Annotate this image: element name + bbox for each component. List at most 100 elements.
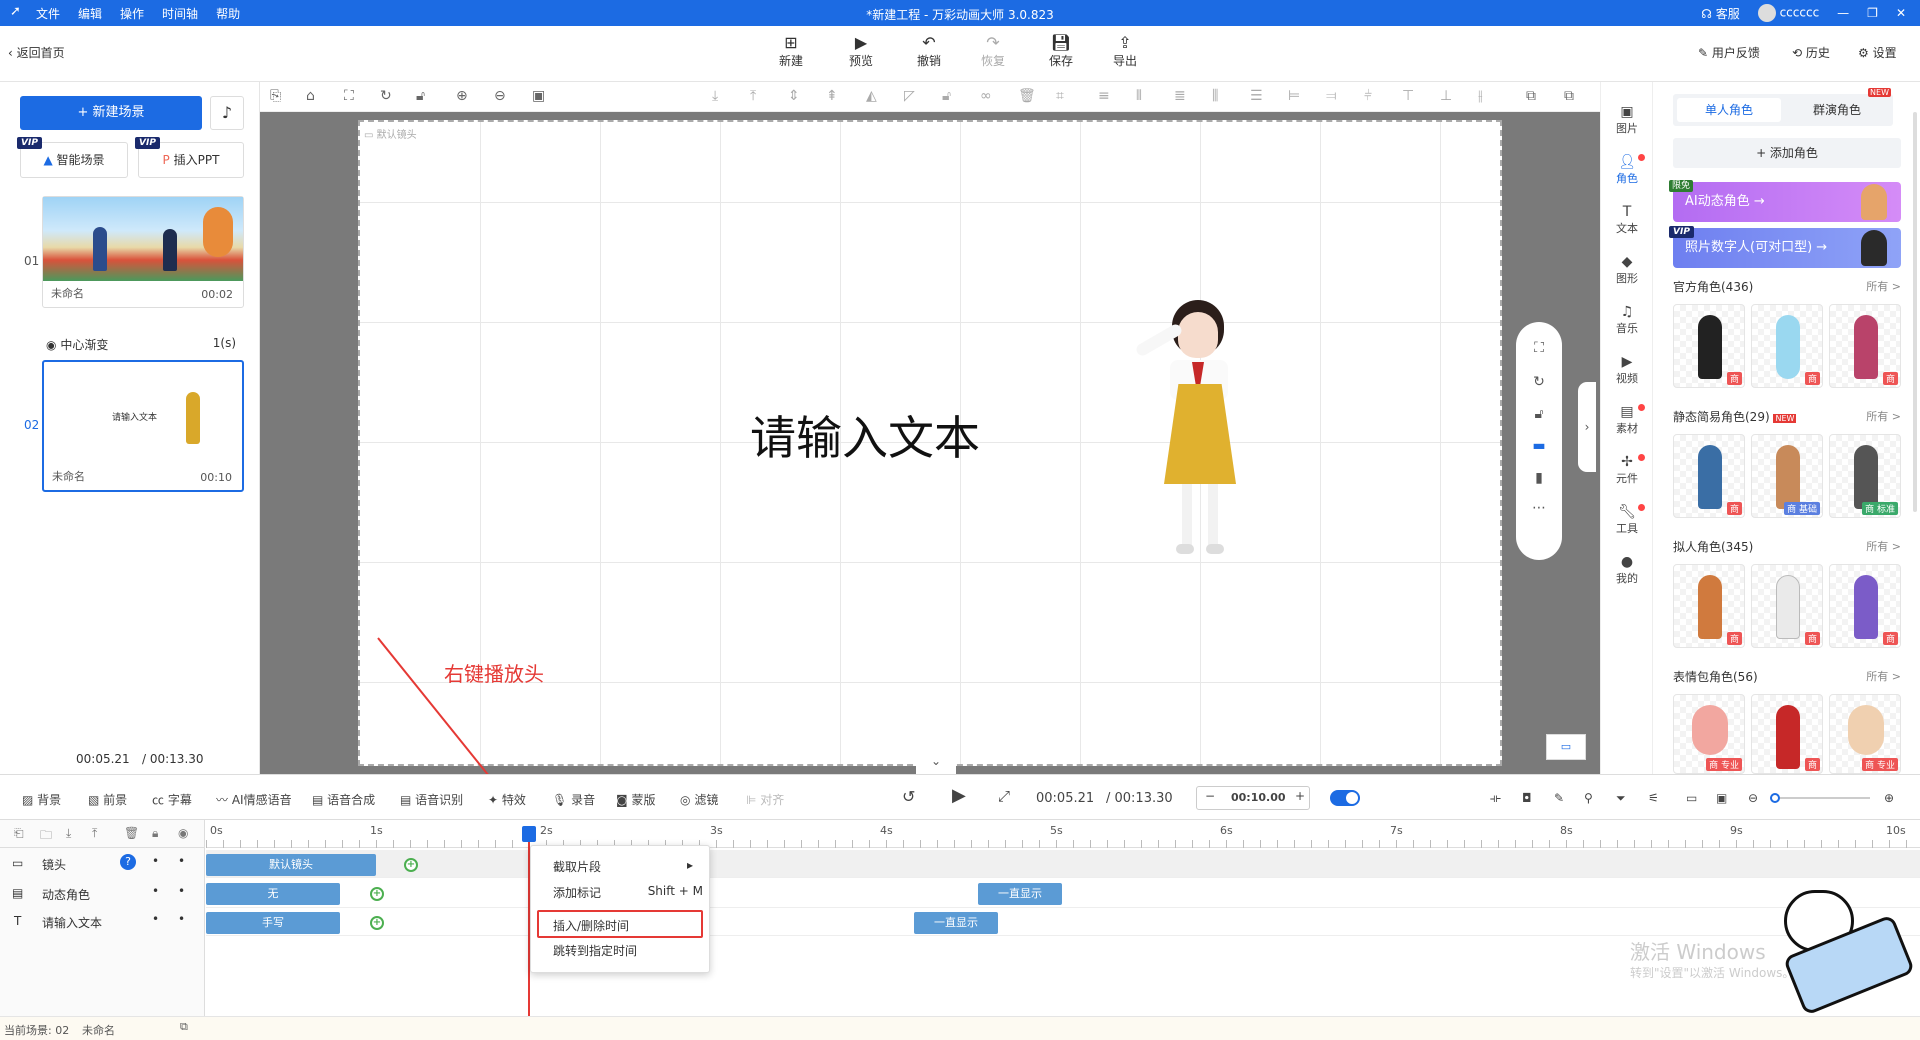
export-button[interactable]: ⇪ 导出 bbox=[1100, 34, 1150, 69]
restore-icon[interactable]: ❐ bbox=[1867, 6, 1878, 20]
new-scene-button[interactable]: + 新建场景 bbox=[20, 96, 202, 130]
role-thumb[interactable]: 商 bbox=[1673, 564, 1745, 648]
history-button[interactable]: ⟲ 历史 bbox=[1792, 44, 1830, 61]
subtitle-button[interactable]: ㏄ 字幕 bbox=[152, 791, 192, 808]
chevron-down-icon[interactable]: ⌄ bbox=[916, 754, 956, 774]
frame-icon[interactable]: ▭ bbox=[1686, 791, 1697, 805]
tab-single-role[interactable]: 单人角色 bbox=[1677, 98, 1781, 122]
add-role-button[interactable]: + 添加角色 bbox=[1673, 138, 1901, 168]
scrollbar[interactable] bbox=[1913, 112, 1917, 512]
category-video[interactable]: ▶ 视频 bbox=[1601, 354, 1653, 386]
close-icon[interactable]: ✕ bbox=[1896, 6, 1906, 20]
role-thumb[interactable]: 商 bbox=[1751, 694, 1823, 774]
scene-info-icon[interactable]: ⧉ bbox=[180, 1020, 188, 1034]
add-keyframe-icon[interactable]: + bbox=[404, 858, 418, 872]
menu-item-insert-delete-time[interactable]: 插入/删除时间 bbox=[537, 910, 703, 938]
role-thumb[interactable]: 商 bbox=[1829, 564, 1901, 648]
filter-funnel-icon[interactable]: ⏷ bbox=[1616, 791, 1626, 806]
zoom-slider-handle[interactable] bbox=[1770, 793, 1780, 803]
save-button[interactable]: 💾︎ 保存 bbox=[1036, 34, 1086, 69]
zoom-slider[interactable] bbox=[1770, 793, 1870, 803]
ai-role-banner[interactable]: 限免 AI动态角色 → bbox=[1669, 180, 1901, 222]
category-image[interactable]: ▣ 图片 bbox=[1601, 104, 1653, 136]
back-home-button[interactable]: ‹ 返回首页 bbox=[8, 44, 65, 61]
section-more-link[interactable]: 所有 > bbox=[1866, 668, 1901, 684]
tab-group-role[interactable]: 群演角色 bbox=[1785, 98, 1889, 122]
role-thumb[interactable]: 商 标准 bbox=[1829, 434, 1901, 518]
sliders-icon[interactable]: ⚟ bbox=[1648, 791, 1659, 805]
camera-icon[interactable]: ◘ bbox=[1522, 791, 1532, 805]
menu-item-add-marker[interactable]: 添加标记 Shift + M bbox=[553, 884, 703, 901]
smart-scene-button[interactable]: VIP ▲ 智能场景 bbox=[17, 137, 128, 178]
section-more-link[interactable]: 所有 > bbox=[1866, 408, 1901, 424]
category-role[interactable]: 👤︎ 角色 bbox=[1601, 154, 1653, 186]
category-tools[interactable]: 🔧︎ 工具 bbox=[1601, 504, 1653, 536]
text-entry-clip[interactable]: 手写 bbox=[206, 912, 340, 934]
collapse-panel-icon[interactable]: › bbox=[1578, 382, 1596, 472]
redo-button[interactable]: ↷ 恢复 bbox=[968, 34, 1018, 69]
category-mine[interactable]: ● 我的 bbox=[1601, 554, 1653, 586]
new-button[interactable]: ⊞ 新建 bbox=[766, 34, 816, 69]
photo-human-banner[interactable]: VIP 照片数字人(可对口型) → bbox=[1669, 226, 1901, 268]
role-thumb[interactable]: 商 基础 bbox=[1751, 434, 1823, 518]
more-icon[interactable]: ⋯ bbox=[1516, 500, 1562, 516]
role-thumb[interactable]: 商 bbox=[1751, 564, 1823, 648]
scene-card-2[interactable]: 请输入文本 未命名 00:10 bbox=[42, 360, 244, 492]
music-icon[interactable]: ♪ bbox=[210, 96, 244, 130]
ratio-icon[interactable]: ▣ bbox=[1716, 791, 1727, 805]
eye-icon[interactable]: ◉ bbox=[178, 826, 188, 840]
scene-card-1[interactable]: 未命名 00:02 bbox=[42, 196, 244, 308]
background-button[interactable]: ▨ 背景 bbox=[22, 791, 61, 808]
add-keyframe-icon[interactable]: + bbox=[370, 887, 384, 901]
folder-icon[interactable]: 🗀︎ bbox=[40, 826, 52, 847]
role-thumb[interactable]: 商 bbox=[1673, 434, 1745, 518]
insert-ppt-button[interactable]: VIP P 插入PPT bbox=[135, 137, 244, 178]
category-shape[interactable]: ◆ 图形 bbox=[1601, 254, 1653, 286]
playhead-handle[interactable] bbox=[522, 826, 536, 842]
settings-button[interactable]: ⚙ 设置 bbox=[1858, 44, 1897, 61]
transition-row[interactable]: ◉ 中心渐变 1(s) bbox=[46, 336, 246, 353]
zoom-stepper[interactable]: − 00:10.00 + bbox=[1196, 786, 1310, 810]
track-text[interactable]: T 请输入文本 • • bbox=[0, 908, 205, 936]
move-down-icon[interactable]: ⤓ bbox=[66, 826, 71, 841]
minimize-icon[interactable]: — bbox=[1837, 6, 1849, 20]
play-button[interactable]: ▶ bbox=[952, 785, 966, 806]
effects-button[interactable]: ✦ 特效 bbox=[488, 791, 526, 808]
device-icon[interactable]: ▮ bbox=[1516, 470, 1562, 486]
role-thumb[interactable]: 商 专业 bbox=[1673, 694, 1745, 774]
category-music[interactable]: ♫ 音乐 bbox=[1601, 304, 1653, 336]
add-keyframe-icon[interactable]: + bbox=[370, 916, 384, 930]
role-thumb[interactable]: 商 bbox=[1673, 304, 1745, 388]
add-scene-icon[interactable]: ⎗ bbox=[14, 826, 24, 841]
edit-icon[interactable]: ✎ bbox=[1554, 791, 1564, 805]
split-icon[interactable]: ⟛ bbox=[1490, 791, 1501, 806]
screen-icon[interactable]: ▬ bbox=[1516, 438, 1562, 454]
lock-icon[interactable]: 🔓︎ bbox=[1516, 406, 1562, 422]
lock-icon[interactable]: 🔒︎ bbox=[152, 826, 158, 841]
replay-icon[interactable]: ↺ bbox=[902, 787, 915, 806]
speech-recognition-button[interactable]: ▤ 语音识别 bbox=[400, 791, 463, 808]
mask-button[interactable]: ◙ 蒙版 bbox=[616, 791, 656, 808]
zoom-out-icon[interactable]: ⊖ bbox=[1748, 791, 1758, 805]
camera-track-lane[interactable] bbox=[206, 850, 1920, 878]
fit-icon[interactable]: ⛶ bbox=[1516, 340, 1562, 356]
move-up-icon[interactable]: ⤒ bbox=[92, 826, 97, 841]
user-menu[interactable]: cccccc bbox=[1757, 4, 1819, 22]
minimap-icon[interactable]: ▭ bbox=[1546, 734, 1586, 760]
toggle-switch[interactable] bbox=[1330, 790, 1360, 806]
role-thumb[interactable]: 商 bbox=[1829, 304, 1901, 388]
filter-button[interactable]: ◎ 滤镜 bbox=[680, 791, 718, 808]
trash-icon[interactable]: 🗑︎ bbox=[124, 826, 139, 840]
plus-icon[interactable]: + bbox=[1295, 789, 1305, 803]
minus-icon[interactable]: − bbox=[1205, 789, 1215, 803]
tts-button[interactable]: ▤ 语音合成 bbox=[312, 791, 375, 808]
role-show-clip[interactable]: 一直显示 bbox=[978, 883, 1062, 905]
role-thumb[interactable]: 商 bbox=[1751, 304, 1823, 388]
help-icon[interactable]: ? bbox=[120, 854, 136, 870]
menu-item-jump-to-time[interactable]: 跳转到指定时间 bbox=[553, 942, 703, 959]
role-entry-clip[interactable]: 无 bbox=[206, 883, 340, 905]
zoom-in-icon[interactable]: ⊕ bbox=[1884, 791, 1894, 805]
role-thumb[interactable]: 商 专业 bbox=[1829, 694, 1901, 774]
fullscreen-icon[interactable]: ⤢ bbox=[998, 787, 1010, 805]
rotate-icon[interactable]: ↻ bbox=[1516, 374, 1562, 390]
